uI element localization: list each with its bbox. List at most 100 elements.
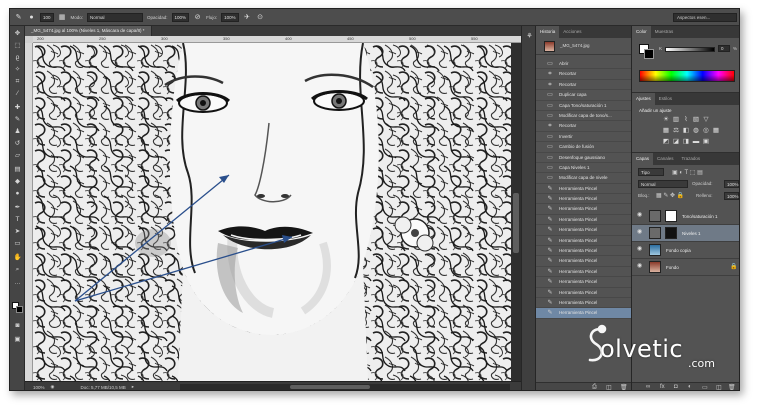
brush-panel-icon[interactable]: ▦: [58, 13, 67, 22]
layer-style-icon[interactable]: fx: [660, 384, 665, 390]
history-item[interactable]: ✎ Herramienta Pincel: [536, 184, 631, 195]
brush-panel-icon[interactable]: ⚘: [525, 32, 534, 41]
layer-row[interactable]: ◉ Tono/saturación 1: [632, 208, 739, 225]
quick-mask-icon[interactable]: ◙: [13, 322, 22, 330]
layer-row[interactable]: ◉ Niveles 1: [632, 225, 739, 242]
fill-field[interactable]: 100%: [724, 192, 739, 200]
history-brush-tool-icon[interactable]: ↺: [13, 140, 22, 148]
opacity-field[interactable]: 100%: [171, 12, 190, 22]
tab-history[interactable]: Historia: [536, 26, 560, 38]
history-item[interactable]: ⌗ Recortar: [536, 69, 631, 80]
background-color-swatch[interactable]: [16, 306, 23, 313]
layer-name[interactable]: Niveles 1: [682, 231, 701, 236]
shape-tool-icon[interactable]: ▭: [13, 240, 22, 248]
brush-tool-icon[interactable]: ✎: [13, 116, 22, 124]
flow-field[interactable]: 100%: [221, 12, 239, 22]
crop-tool-icon[interactable]: ⌗: [13, 78, 22, 86]
pressure-opacity-icon[interactable]: ⊘: [193, 13, 202, 22]
brightness-icon[interactable]: ☀: [662, 116, 670, 124]
black-white-icon[interactable]: ◧: [682, 127, 690, 135]
trash-icon[interactable]: 🗑: [728, 384, 736, 390]
brush-size-field[interactable]: 100: [40, 12, 54, 22]
marquee-tool-icon[interactable]: ⬚: [13, 42, 22, 50]
pressure-size-icon[interactable]: ⊙: [256, 13, 265, 22]
image-canvas[interactable]: [33, 43, 511, 381]
eraser-tool-icon[interactable]: ▱: [13, 152, 22, 160]
history-item[interactable]: ▭ Modificar capa de nivele: [536, 173, 631, 184]
hand-tool-icon[interactable]: ✋: [13, 254, 22, 262]
tab-channels[interactable]: Canales: [653, 153, 678, 165]
layer-mask-thumbnail[interactable]: [665, 227, 677, 239]
visibility-eye-icon[interactable]: ◉: [637, 212, 644, 219]
dodge-tool-icon[interactable]: ●: [13, 190, 22, 198]
color-balance-icon[interactable]: ⚖: [672, 127, 680, 135]
new-snapshot-icon[interactable]: ◫: [606, 384, 612, 390]
visibility-eye-icon[interactable]: ◉: [637, 246, 644, 253]
lock-icons[interactable]: ▦ ✎ ✥ 🔒: [656, 192, 684, 199]
horizontal-scrollbar[interactable]: [180, 384, 510, 390]
history-item[interactable]: ✎ Herramienta Pincel: [536, 256, 631, 267]
new-group-icon[interactable]: ▭: [702, 384, 708, 390]
vertical-scrollbar[interactable]: [511, 43, 521, 381]
history-item[interactable]: ✎ Herramienta Pincel: [536, 246, 631, 257]
new-adjustment-icon[interactable]: ◐: [688, 384, 692, 390]
history-snapshot[interactable]: _MG_5474.jpg: [536, 38, 631, 55]
quick-select-tool-icon[interactable]: ✧: [13, 66, 22, 74]
screen-mode-icon[interactable]: ▣: [13, 336, 22, 344]
visibility-eye-icon[interactable]: ◉: [637, 229, 644, 236]
layer-name[interactable]: Fondo: [666, 265, 679, 270]
history-item[interactable]: ✎ Herramienta Pincel: [536, 194, 631, 205]
history-item[interactable]: ▭ Duplicar capa: [536, 90, 631, 101]
posterize-icon[interactable]: ◪: [672, 138, 680, 146]
path-select-tool-icon[interactable]: ➤: [13, 228, 22, 236]
tab-color[interactable]: Color: [632, 26, 651, 38]
blur-tool-icon[interactable]: ◆: [13, 178, 22, 186]
hue-saturation-icon[interactable]: ▦: [662, 127, 670, 135]
tab-paths[interactable]: Trazados: [678, 153, 705, 165]
history-item[interactable]: ✎ Herramienta Pincel: [536, 225, 631, 236]
eyedropper-tool-icon[interactable]: ⁄: [13, 90, 22, 98]
k-channel-value[interactable]: 0: [718, 45, 730, 52]
history-item[interactable]: ▭ Modificar capa de tono/s...: [536, 111, 631, 122]
tab-adjustments[interactable]: Ajustes: [632, 93, 655, 105]
layer-opacity-field[interactable]: 100%: [724, 180, 739, 188]
tab-swatches[interactable]: Muestras: [651, 26, 678, 38]
more-tools-icon[interactable]: ···: [13, 280, 22, 288]
move-tool-icon[interactable]: ✥: [13, 30, 22, 38]
new-document-from-state-icon[interactable]: ⎙: [592, 384, 597, 390]
blend-mode-select[interactable]: Normal: [638, 180, 688, 188]
document-size[interactable]: Doc: 5,77 MB/10,5 MB: [80, 385, 125, 390]
mode-select[interactable]: Normal: [87, 12, 144, 22]
threshold-icon[interactable]: ◨: [682, 138, 690, 146]
invert-icon[interactable]: ◩: [662, 138, 670, 146]
document-tab[interactable]: _MG_5474.jpg al 100% (Niveles 1, Máscara…: [25, 26, 152, 36]
background-color-swatch[interactable]: [644, 49, 654, 59]
history-item[interactable]: ✎ Herramienta Pincel: [536, 215, 631, 226]
gradient-map-icon[interactable]: ▬: [692, 138, 700, 146]
vibrance-icon[interactable]: ▽: [702, 116, 710, 124]
history-item[interactable]: ▭ Abrir: [536, 59, 631, 70]
color-spectrum[interactable]: [639, 70, 735, 82]
color-lookup-icon[interactable]: ▦: [712, 127, 720, 135]
selective-color-icon[interactable]: ▣: [702, 138, 710, 146]
brush-preset-icon[interactable]: ●: [27, 13, 36, 22]
history-item[interactable]: ▭ Cambio de fusión: [536, 142, 631, 153]
layer-kind-filter[interactable]: Tipo: [638, 168, 664, 176]
channel-mixer-icon[interactable]: ◎: [702, 127, 710, 135]
stamp-tool-icon[interactable]: ♟: [13, 128, 22, 136]
brush-tool-icon[interactable]: ✎: [14, 13, 23, 22]
layer-row[interactable]: ◉ Fondo copia: [632, 242, 739, 259]
history-item[interactable]: ✎ Herramienta Pincel: [536, 298, 631, 309]
scroll-thumb[interactable]: [513, 193, 519, 253]
history-item[interactable]: ✎ Herramienta Pincel: [536, 267, 631, 278]
airbrush-icon[interactable]: ✈: [243, 13, 252, 22]
gradient-tool-icon[interactable]: ▤: [13, 166, 22, 174]
add-mask-icon[interactable]: ◘: [674, 384, 678, 390]
tab-actions[interactable]: Acciones: [559, 26, 585, 38]
trash-icon[interactable]: 🗑: [620, 384, 628, 390]
zoom-level[interactable]: 100%: [33, 385, 45, 390]
curves-icon[interactable]: ⌇: [682, 116, 690, 124]
levels-icon[interactable]: ▥: [672, 116, 680, 124]
link-layers-icon[interactable]: ∞: [646, 384, 650, 390]
exposure-icon[interactable]: ▧: [692, 116, 700, 124]
